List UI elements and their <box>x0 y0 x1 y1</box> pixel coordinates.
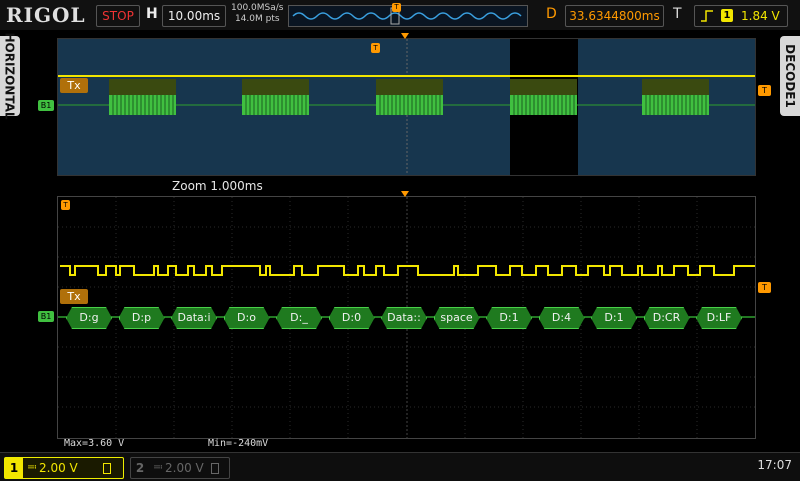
ch1-coupling-icon: ≕ <box>27 462 37 473</box>
run-stop-status[interactable]: STOP <box>96 5 140 27</box>
zoom-label: Zoom 1.000ms <box>172 179 263 193</box>
trigger-position-icon: T <box>392 3 401 12</box>
ch2-coupling-icon: ≕ <box>153 462 163 473</box>
system-clock: 17:07 <box>757 458 792 472</box>
decode-tab-label: DECODE1 <box>783 44 797 108</box>
memory-waveform-thumbnail <box>292 7 522 25</box>
ch2-number: 2 <box>135 461 145 475</box>
delay-value[interactable]: 33.6344800ms <box>565 5 664 27</box>
decode-frame: D:1 <box>591 307 637 329</box>
decode-frame: D:CR <box>644 307 690 329</box>
top-status-bar: RIGOL STOP H 10.00ms 100.0MSa/s 14.0M pt… <box>0 0 800 30</box>
trigger-position-arrow-icon <box>401 33 409 39</box>
ch2-bandwidth-icon <box>211 463 219 474</box>
scope-trigger-level-icon: T <box>758 282 771 293</box>
overview-waveform <box>58 39 755 175</box>
measurement-min: Min=-240mV <box>208 438 269 449</box>
scope-trigger-position-arrow-icon <box>401 191 409 197</box>
horizontal-tab-label: HORIZONTAL <box>3 32 17 120</box>
horizontal-menu-tab[interactable]: HORIZONTAL <box>0 32 20 120</box>
overview-window: Tx T <box>57 38 756 176</box>
decode-bus-marker[interactable]: B1 <box>38 311 54 322</box>
decode-frame: D:g <box>66 307 112 329</box>
trigger-label: T <box>673 6 682 22</box>
decode-bus-label: Tx <box>60 289 88 304</box>
decode-frame: D:p <box>119 307 165 329</box>
timebase-value[interactable]: 10.00ms <box>162 5 226 27</box>
delay-label: D <box>546 6 557 22</box>
ch2-status[interactable]: 2 ≕ 2.00 V <box>130 457 230 479</box>
decode-menu-tab[interactable]: DECODE1 <box>780 36 800 116</box>
sample-rate: 100.0MSa/s <box>231 3 284 13</box>
decode-frame: D:0 <box>329 307 375 329</box>
measurement-max: Max=3.60 V <box>64 438 125 449</box>
rising-edge-icon <box>701 10 713 22</box>
decode-frame: space <box>434 307 480 329</box>
overview-bus-marker[interactable]: B1 <box>38 100 54 111</box>
ch1-status[interactable]: 1 ≕ 2.00 V <box>4 457 124 479</box>
decode-frame: D:LF <box>696 307 742 329</box>
ch2-scale: 2.00 V <box>165 461 204 475</box>
trigger-settings[interactable]: 1 1.84 V <box>694 5 788 27</box>
ch1-number: 1 <box>5 458 23 478</box>
trigger-level: 1.84 V <box>741 9 780 23</box>
scope-trigger-marker-icon: T <box>61 200 70 210</box>
timebase-label: H <box>146 6 158 22</box>
brand-logo: RIGOL <box>6 3 86 27</box>
channel-status-bar: 1 ≕ 2.00 V 2 ≕ 2.00 V 17:07 <box>0 452 800 481</box>
overview-bursts <box>109 79 709 115</box>
acquisition-info: 100.0MSa/s 14.0M pts <box>231 3 283 25</box>
overview-trigger-level-icon: T <box>758 85 771 96</box>
zoomed-waveform-area[interactable]: Tx D:g D:p Data:i D:o D:_ D:0 Data:: space D:1 D:… <box>57 196 756 439</box>
decode-frame: D:o <box>224 307 270 329</box>
overview-bus-label: Tx <box>60 78 88 93</box>
ch1-scale: 2.00 V <box>39 461 78 475</box>
decode-frame: Data:: <box>381 307 427 329</box>
decode-frame: D:4 <box>539 307 585 329</box>
overview-trigger-marker-icon: T <box>371 43 380 53</box>
decode-frame: D:_ <box>276 307 322 329</box>
ch1-bandwidth-icon <box>103 463 111 474</box>
decode-frame: Data:i <box>171 307 217 329</box>
decode-frame: D:1 <box>486 307 532 329</box>
trigger-source-badge: 1 <box>721 9 733 22</box>
memory-depth: 14.0M pts <box>234 14 280 24</box>
memory-map-overview: T <box>288 3 528 27</box>
